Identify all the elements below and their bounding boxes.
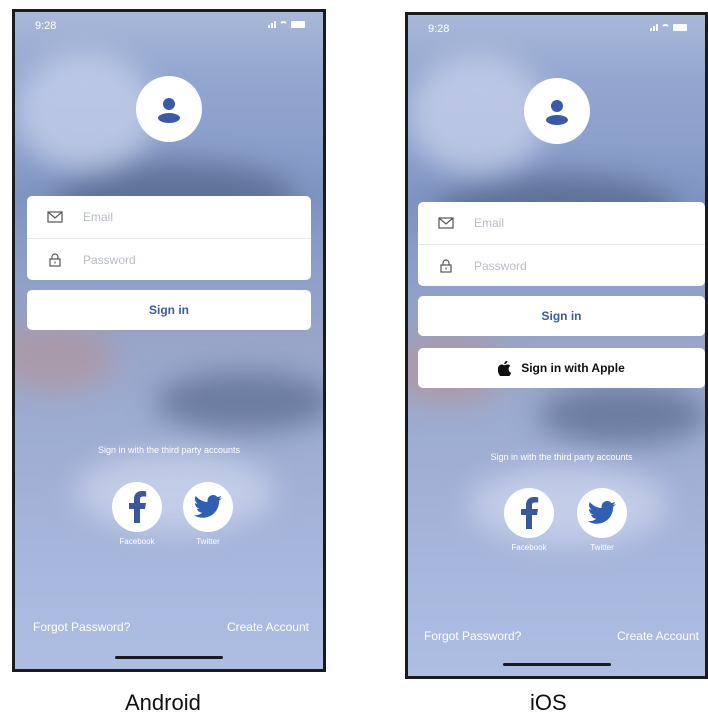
facebook-label: Facebook <box>119 537 155 546</box>
forgot-password-link[interactable]: Forgot Password? <box>33 620 130 634</box>
android-screen: 9:28 Email Sign in Sign in with the thir… <box>15 12 323 669</box>
sign-in-button[interactable]: Sign in <box>27 290 311 330</box>
twitter-label: Twitter <box>590 543 614 552</box>
apple-sign-in-label: Sign in with Apple <box>521 361 625 375</box>
twitter-login[interactable]: Twitter <box>577 488 627 552</box>
mail-icon <box>47 211 63 223</box>
facebook-login[interactable]: Facebook <box>112 482 162 546</box>
password-field[interactable] <box>474 258 674 273</box>
email-field[interactable] <box>83 210 283 224</box>
android-phone: 9:28 Email Sign in Sign in with the thir… <box>12 9 326 672</box>
twitter-login[interactable]: Twitter <box>183 482 233 546</box>
email-field[interactable] <box>474 216 674 230</box>
apple-icon <box>498 360 512 376</box>
password-field[interactable] <box>83 252 283 267</box>
home-indicator <box>502 663 611 666</box>
sign-in-button[interactable]: Sign in <box>418 296 705 336</box>
signal-icon <box>650 24 658 31</box>
status-icons <box>650 24 687 31</box>
ios-phone: 9:28 Email Sign in Sign in with Apple Si… <box>405 12 708 679</box>
twitter-icon <box>588 501 616 524</box>
status-time: 9:28 <box>35 20 57 32</box>
status-time: 9:28 <box>428 23 450 35</box>
home-indicator <box>115 656 223 659</box>
lock-icon <box>49 252 61 267</box>
facebook-label: Facebook <box>511 543 547 552</box>
user-icon <box>545 100 568 125</box>
battery-icon <box>673 24 687 31</box>
avatar <box>523 78 590 144</box>
wifi-icon <box>661 24 670 31</box>
avatar <box>136 76 202 142</box>
credentials-card <box>418 202 705 286</box>
lock-icon <box>440 258 452 273</box>
third-party-label: Sign in with the third party accounts <box>97 445 241 455</box>
password-row <box>418 244 705 286</box>
email-row <box>418 202 705 244</box>
facebook-icon <box>521 497 539 529</box>
twitter-icon <box>194 495 222 518</box>
create-account-link[interactable]: Create Account <box>617 629 699 643</box>
password-row <box>27 238 311 280</box>
wifi-icon <box>279 21 288 28</box>
battery-icon <box>291 21 305 28</box>
mail-icon <box>438 217 454 229</box>
facebook-icon <box>129 491 147 523</box>
apple-sign-in-button[interactable]: Sign in with Apple <box>418 348 705 388</box>
status-icons <box>268 21 305 28</box>
third-party-label: Sign in with the third party accounts <box>490 452 633 462</box>
user-icon <box>158 98 180 123</box>
android-caption: Android <box>125 690 201 715</box>
forgot-password-link[interactable]: Forgot Password? <box>424 629 521 643</box>
create-account-link[interactable]: Create Account <box>227 620 309 634</box>
twitter-label: Twitter <box>196 537 220 546</box>
facebook-login[interactable]: Facebook <box>504 488 554 552</box>
email-row <box>27 196 311 238</box>
ios-caption: iOS <box>530 690 567 715</box>
ios-screen: 9:28 Email Sign in Sign in with Apple Si… <box>408 15 705 676</box>
credentials-card <box>27 196 311 280</box>
signal-icon <box>268 21 276 28</box>
